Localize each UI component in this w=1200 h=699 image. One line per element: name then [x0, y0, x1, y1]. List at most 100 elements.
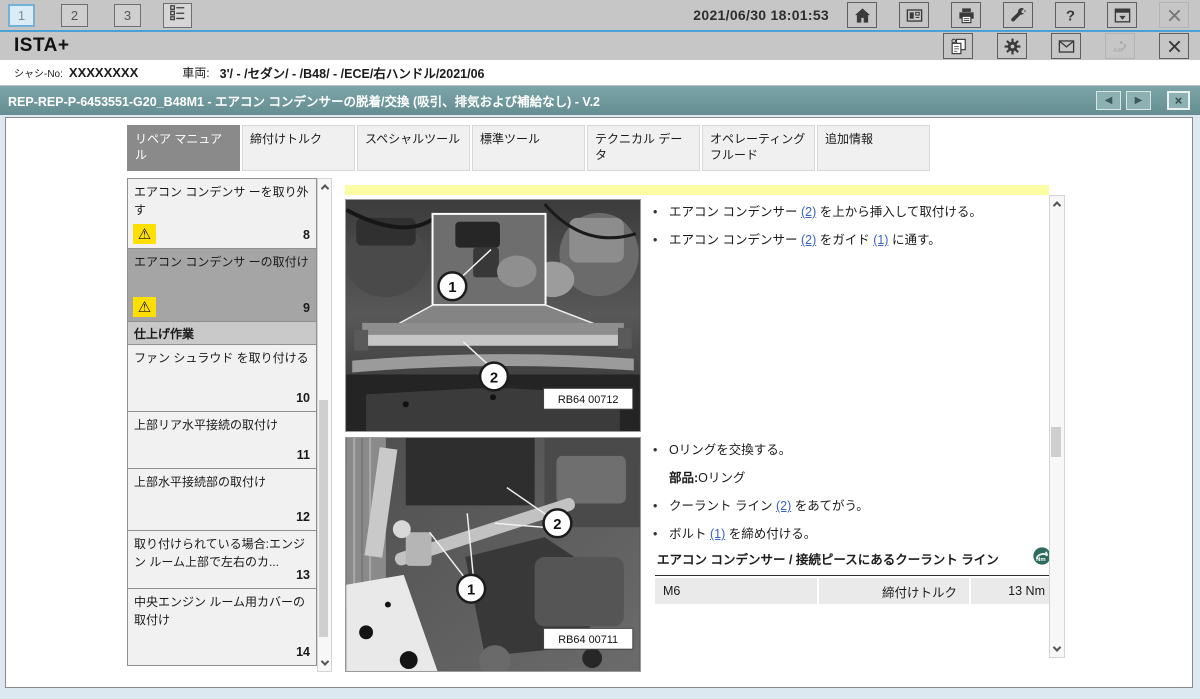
- sidebar-item-label: エアコン コンデンサ ーの取付け: [134, 253, 310, 271]
- tab-6[interactable]: オペレーティング フルード: [702, 125, 815, 171]
- instruction-text: 部品:Oリング: [669, 469, 745, 487]
- callout-number: 2: [553, 517, 561, 533]
- torque-table-title: エアコン コンデンサー / 接続ピースにあるクーラント ライン Nm: [655, 546, 1053, 576]
- bullet-marker: •: [653, 203, 669, 221]
- sidebar-item-number: 12: [296, 508, 310, 527]
- workshop-window-icon-button[interactable]: [1107, 2, 1137, 28]
- back-arrow-icon: ◀: [1105, 95, 1113, 106]
- scroll-down-icon[interactable]: [1050, 642, 1064, 656]
- help-icon: ?: [1061, 6, 1080, 25]
- home-icon-button[interactable]: [847, 2, 877, 28]
- sidebar-scrollbar-thumb[interactable]: [319, 400, 328, 636]
- callout-number: 2: [490, 370, 498, 386]
- scroll-up-icon[interactable]: [1050, 197, 1064, 211]
- sidebar-step-item[interactable]: エアコン コンデンサ ーの取付け⚠9: [127, 249, 317, 322]
- content-scrollbar-thumb[interactable]: [1051, 427, 1061, 457]
- forward-button[interactable]: ▶: [1126, 91, 1151, 110]
- vehicle-label: 車両:: [182, 64, 209, 81]
- sidebar-scrollbar[interactable]: [317, 178, 332, 672]
- torque-rows: M6締付けトルク13 Nm: [655, 578, 1053, 604]
- sidebar-item-number: 14: [296, 643, 310, 662]
- sidebar-step-item[interactable]: エアコン コンデンサ ーを取り外す⚠8: [127, 179, 317, 249]
- sidebar-step-item[interactable]: ファン シュラウド を取り付ける10: [127, 345, 317, 412]
- page-button-2[interactable]: 2: [61, 4, 88, 27]
- instruction-text: ボルト (1) を締め付ける。: [669, 525, 816, 543]
- data-transfer-icon: [949, 37, 968, 56]
- sidebar-step-item[interactable]: 中央エンジン ルーム用カバーの取付け14: [127, 589, 317, 666]
- printer-icon: [957, 6, 976, 25]
- mail-icon-button[interactable]: [1051, 33, 1081, 59]
- document-title: REP-REP-P-6453551-G20_B48M1 - エアコン コンデンサ…: [8, 91, 600, 110]
- callout-number: 1: [448, 280, 456, 296]
- sidebar-step-item[interactable]: 上部水平接続部の取付け12: [127, 469, 317, 531]
- process-list-button[interactable]: [163, 3, 192, 28]
- help-icon-button[interactable]: ?: [1055, 2, 1085, 28]
- tab-7[interactable]: 追加情報: [817, 125, 930, 171]
- wrench-icon-button[interactable]: [1003, 2, 1033, 28]
- tab-2[interactable]: 締付けトルク: [242, 125, 355, 171]
- callout-link[interactable]: (2): [801, 205, 816, 219]
- bullet-marker: •: [653, 441, 669, 459]
- mail-icon: [1057, 37, 1076, 56]
- instruction-line: •ボルト (1) を締め付ける。: [653, 525, 1055, 543]
- instruction-line: 部品:Oリング: [653, 469, 1055, 487]
- scroll-down-icon[interactable]: [318, 656, 331, 670]
- scroll-up-icon[interactable]: [318, 180, 331, 194]
- back-button[interactable]: ◀: [1096, 91, 1121, 110]
- ista-application: { "topbar": { "pages": [ {"label": "1", …: [0, 0, 1200, 699]
- instruction-text: エアコン コンデンサー (2) をガイド (1) に通す。: [669, 231, 941, 249]
- figure-1-image: 1 2 RB64 00712: [346, 200, 640, 431]
- torque-type: 締付けトルク: [819, 578, 969, 604]
- home-icon: [853, 6, 872, 25]
- top-toolbar: 1 2 3 2021/06/30 18:01:53 ?: [0, 0, 1200, 30]
- vehicle-details-icon-button[interactable]: [899, 2, 929, 28]
- sidebar-step-item[interactable]: 取り付けられている場合:エンジン ルーム上部で左右のカ...13: [127, 531, 317, 589]
- sidebar-step-item[interactable]: 上部リア水平接続の取付け11: [127, 412, 317, 469]
- vehicle-value: 3'/ - /セダン/ - /B48/ - /ECE/右ハンドル/2021/06: [220, 63, 485, 82]
- callout-link[interactable]: (1): [710, 527, 725, 541]
- sidebar-item-number: 10: [296, 389, 310, 408]
- close-icon-button[interactable]: [1159, 33, 1189, 59]
- datetime: 2021/06/30 18:01:53: [693, 7, 829, 23]
- app-title-bar: ISTA+ AIR: [0, 32, 1200, 60]
- sidebar-section-header[interactable]: 仕上げ作業: [127, 322, 317, 345]
- instruction-line: •クーラント ライン (2) をあてがう。: [653, 497, 1055, 515]
- instruction-text: クーラント ライン (2) をあてがう。: [669, 497, 869, 515]
- svg-text:Nm: Nm: [1036, 557, 1046, 563]
- figure-label: RB64 00711: [558, 634, 618, 646]
- callout-link[interactable]: (2): [801, 233, 816, 247]
- figure-coolant-line: 2 1 RB64 00711: [345, 437, 641, 672]
- figure-2-image: 2 1 RB64 00711: [346, 438, 640, 671]
- instructions-2: •Oリングを交換する。部品:Oリング•クーラント ライン (2) をあてがう。•…: [653, 441, 1055, 554]
- content-scrollbar[interactable]: [1049, 195, 1065, 658]
- workshop-window-icon: [1113, 6, 1132, 25]
- printer-icon-button[interactable]: [951, 2, 981, 28]
- torque-value: 13 Nm: [971, 578, 1053, 604]
- data-transfer-icon-button[interactable]: [943, 33, 973, 59]
- instruction-line: •Oリングを交換する。: [653, 441, 1055, 459]
- tab-1[interactable]: リペア マニュアル: [127, 125, 240, 171]
- callout-number: 1: [467, 583, 475, 599]
- warning-icon: ⚠: [133, 297, 156, 317]
- tab-3[interactable]: スペシャルツール: [357, 125, 470, 171]
- torque-bolt-size: M6: [655, 578, 817, 604]
- tab-4[interactable]: 標準ツール: [472, 125, 585, 171]
- torque-row: M6締付けトルク13 Nm: [655, 578, 1053, 604]
- sidebar-item-label: エアコン コンデンサ ーを取り外す: [134, 183, 310, 219]
- instruction-text: エアコン コンデンサー (2) を上から挿入して取付ける。: [669, 203, 982, 221]
- document-close-button[interactable]: ×: [1167, 91, 1190, 110]
- document-nav: ◀ ▶ ×: [1091, 91, 1200, 110]
- close-icon: [1165, 37, 1184, 56]
- instructions-1: •エアコン コンデンサー (2) を上から挿入して取付ける。•エアコン コンデン…: [653, 203, 1055, 259]
- page-button-3[interactable]: 3: [114, 4, 141, 27]
- settings-gear-icon-button[interactable]: [997, 33, 1027, 59]
- tab-5[interactable]: テクニカル データ: [587, 125, 700, 171]
- instruction-text: Oリングを交換する。: [669, 441, 791, 459]
- sidebar-list: エアコン コンデンサ ーを取り外す⚠8エアコン コンデンサ ーの取付け⚠9仕上げ…: [127, 178, 317, 672]
- callout-link[interactable]: (1): [873, 233, 888, 247]
- page-button-1[interactable]: 1: [8, 4, 35, 27]
- sidebar-item-label: 上部リア水平接続の取付け: [134, 416, 310, 434]
- bullet-marker: •: [653, 525, 669, 543]
- callout-link[interactable]: (2): [776, 499, 791, 513]
- page-buttons: 1 2 3: [8, 4, 141, 27]
